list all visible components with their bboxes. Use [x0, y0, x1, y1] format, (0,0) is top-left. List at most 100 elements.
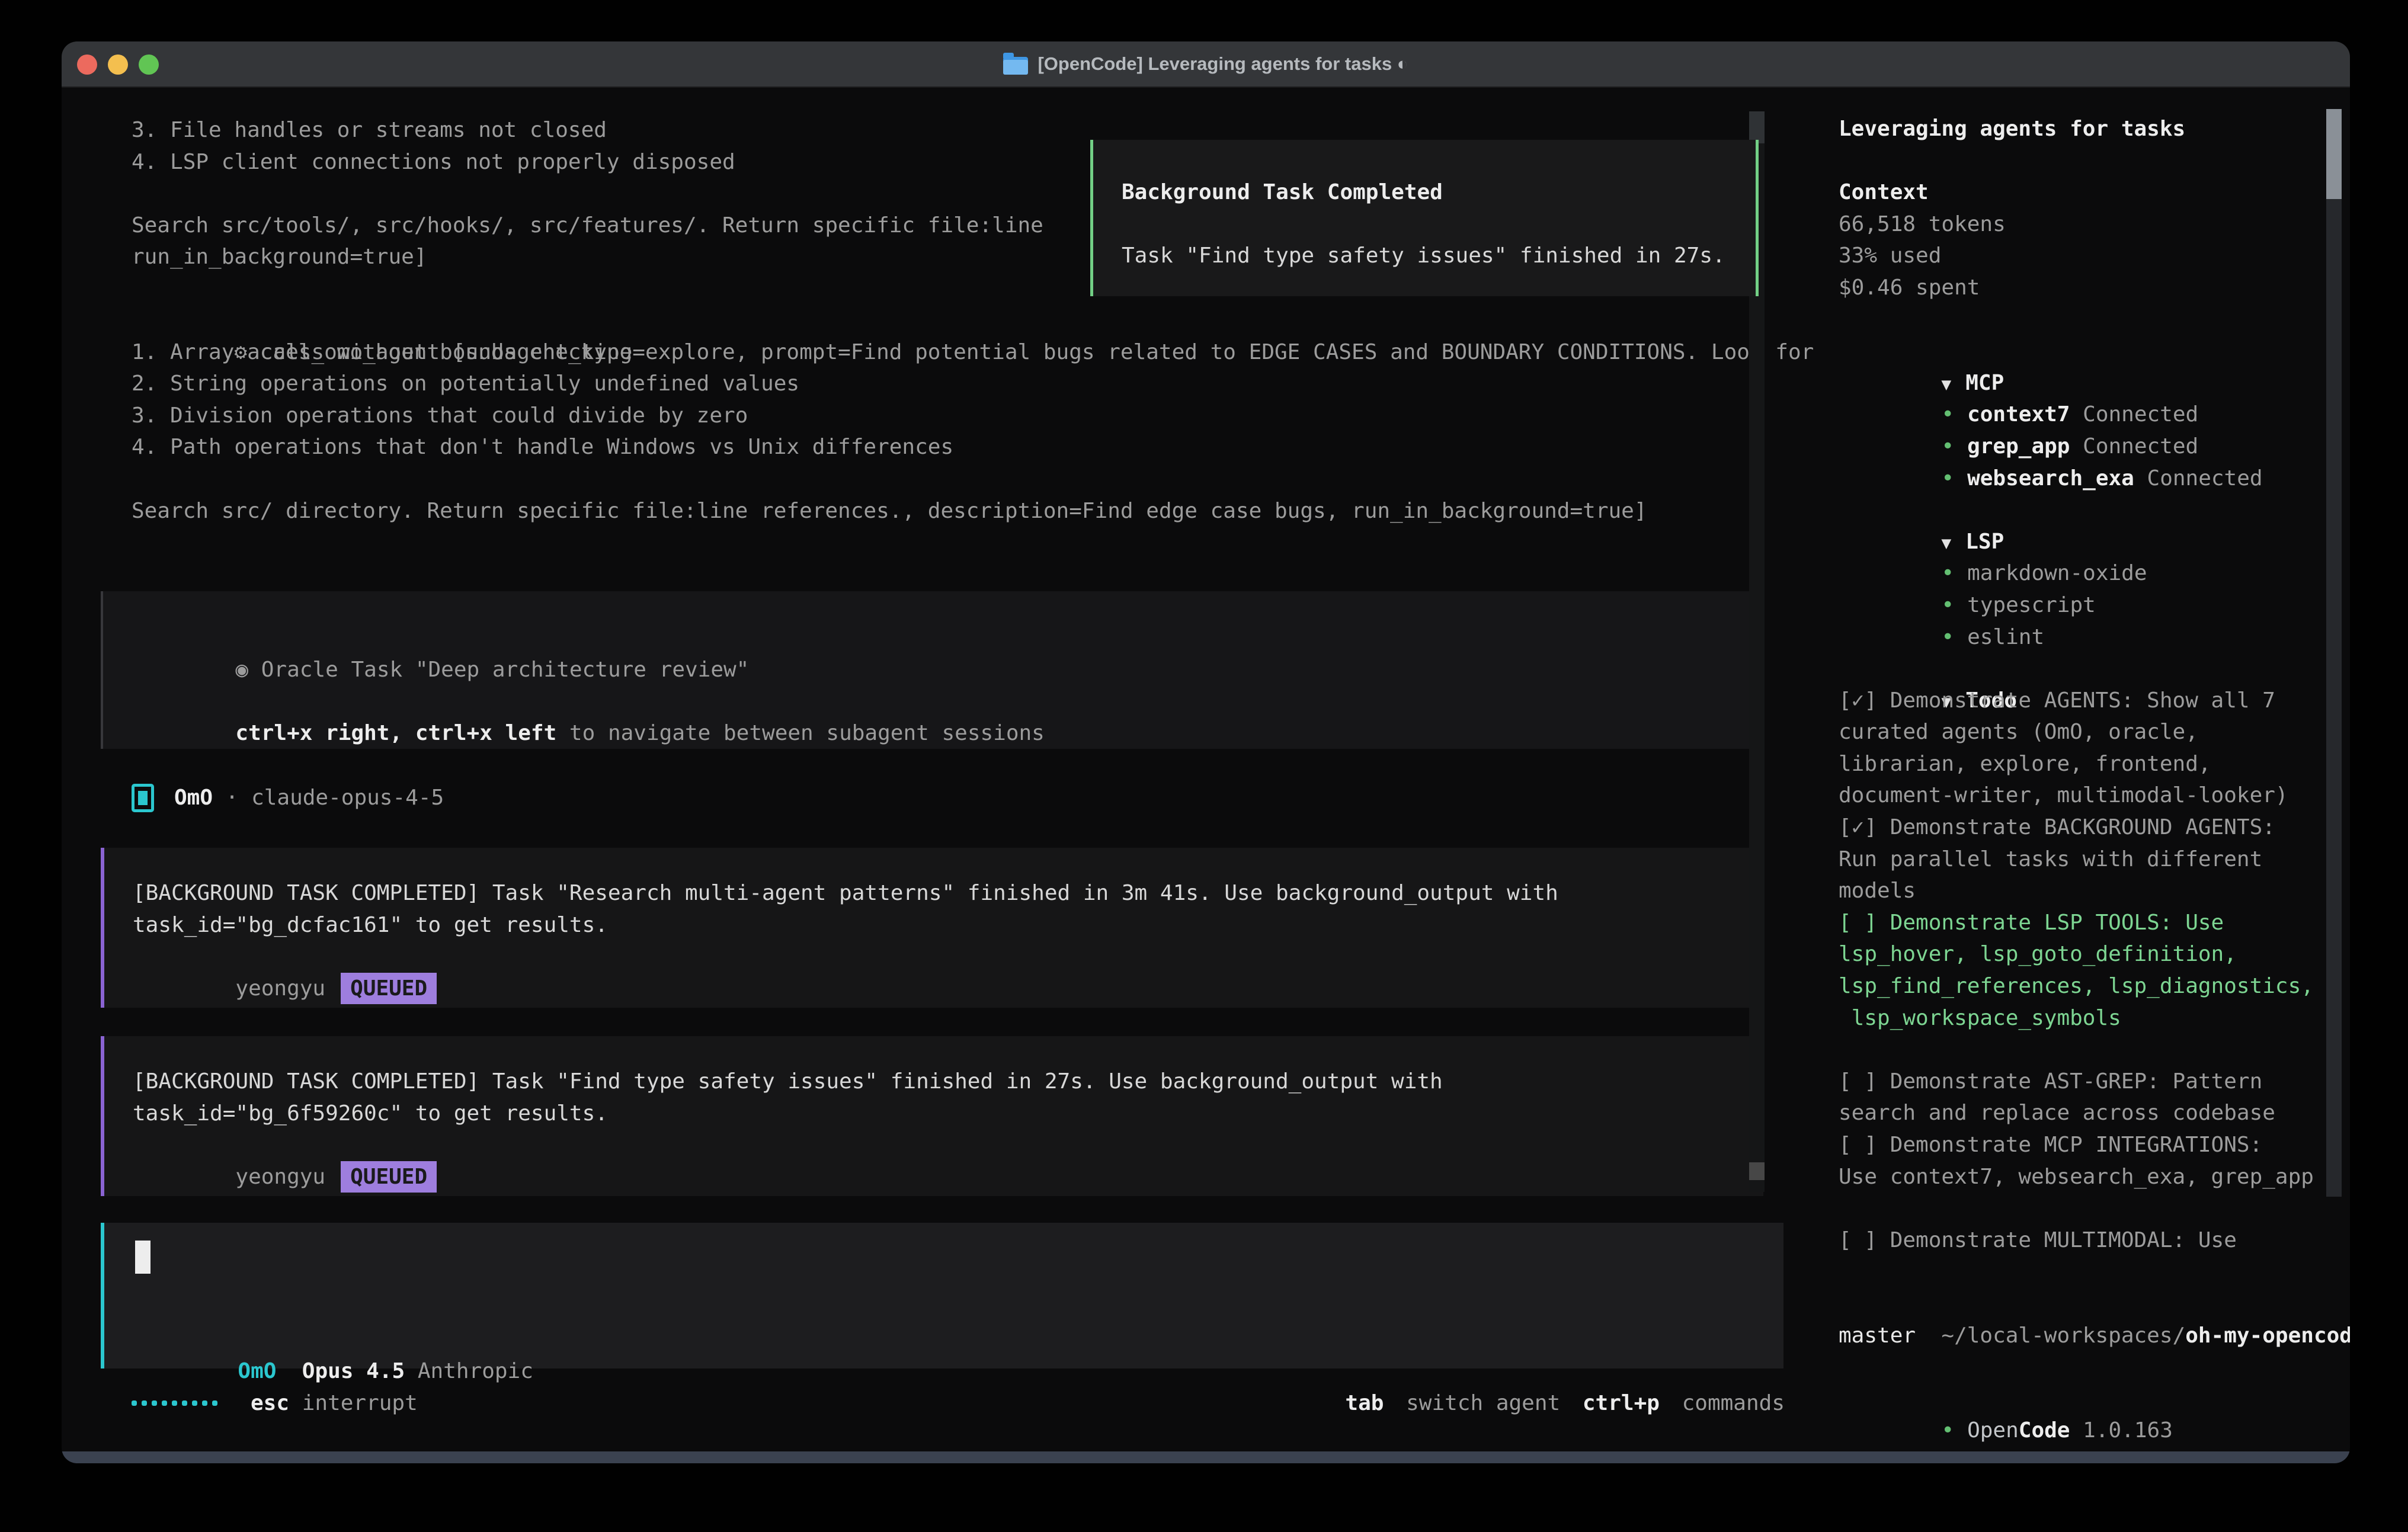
- status-dot-icon: •: [1941, 1418, 1954, 1443]
- mcp-name: websearch_exa: [1967, 466, 2134, 491]
- text-line: document-writer, multimodal-looker): [1839, 780, 2324, 812]
- text-line: [ ] Demonstrate MCP INTEGRATIONS:: [1839, 1129, 2324, 1161]
- sidebar-title: Leveraging agents for tasks: [1839, 113, 2324, 145]
- oracle-shortcut-line: ctrl+x right, ctrl+x left to navigate be…: [133, 685, 1763, 717]
- shortcut-help: to navigate between subagent sessions: [556, 721, 1045, 745]
- mcp-name: grep_app: [1967, 434, 2070, 459]
- text-line: curated agents (OmO, oracle,: [1839, 716, 2324, 748]
- author-label: yeongyu: [235, 1165, 325, 1189]
- task-result-block: [BACKGROUND TASK COMPLETED] Task "Resear…: [101, 848, 1763, 1008]
- agent-icon: [132, 784, 154, 812]
- todo-pending-items: [ ] Demonstrate AST-GREP: Patternsearch …: [1839, 1066, 2324, 1193]
- mcp-status: Connected: [2134, 466, 2263, 491]
- tool-call-block: ⚙ call_omo_agent [subagent_type=explore,…: [132, 305, 1826, 527]
- task-result-meta: yeongyuQUEUED: [133, 941, 1763, 973]
- prompt-input[interactable]: OmO Opus 4.5 Anthropic: [101, 1223, 1783, 1368]
- screen: [OpenCode] Leveraging agents for tasks ◐…: [0, 0, 2408, 1532]
- input-provider-name: Anthropic: [418, 1359, 533, 1383]
- input-agent-name: OmO: [238, 1359, 276, 1383]
- text-line: Run parallel tasks with different: [1839, 844, 2324, 876]
- sidebar-scrollbar-thumb[interactable]: [2326, 109, 2342, 199]
- window-title: [OpenCode] Leveraging agents for tasks ◐: [1038, 53, 1408, 75]
- window-title-group: [OpenCode] Leveraging agents for tasks ◐: [1003, 53, 1408, 75]
- terminal-scrollback: 3. File handles or streams not closed4. …: [132, 114, 1043, 273]
- input-model-name: Opus 4.5: [276, 1359, 417, 1383]
- version-name-normal: Open: [1967, 1418, 2019, 1443]
- traffic-lights: [77, 55, 159, 75]
- text-line: search and replace across codebase: [1839, 1097, 2324, 1129]
- text-line: [✓] Demonstrate BACKGROUND AGENTS:: [1839, 812, 2324, 844]
- chevron-down-icon: ▼: [1941, 374, 1951, 394]
- text-line: 4. Path operations that don't handle Win…: [132, 431, 1826, 463]
- agent-name: OmO: [174, 782, 213, 814]
- task-result-block: [BACKGROUND TASK COMPLETED] Task "Find t…: [101, 1036, 1763, 1196]
- sidebar-scrollbar-track[interactable]: [2326, 199, 2342, 1197]
- zoom-button[interactable]: [139, 55, 159, 75]
- text-line: [132, 463, 1826, 495]
- oracle-title-line: ◉ Oracle Task "Deep architecture review": [133, 622, 1763, 654]
- model-row: OmO Opus 4.5 Anthropic: [135, 1323, 533, 1355]
- text-line: [ ] Demonstrate AST-GREP: Pattern: [1839, 1066, 2324, 1098]
- oracle-title: Oracle Task "Deep architecture review": [248, 658, 749, 682]
- text-line: 2. String operations on potentially unde…: [132, 368, 1826, 400]
- text-line: lsp_workspace_symbols: [1839, 1002, 2324, 1034]
- spacer: [1122, 209, 1727, 241]
- text-line: 33% used: [1839, 240, 2324, 272]
- cmd-key-label: commands: [1669, 1391, 1785, 1415]
- statusbar-right: tab switch agent ctrl+p commands: [1345, 1391, 1785, 1415]
- minimize-button[interactable]: [108, 55, 128, 75]
- text-line: 66,518 tokens: [1839, 209, 2324, 241]
- spinner-dots: [132, 1400, 217, 1406]
- workspace-path-prefix: ~/local-workspaces/: [1941, 1323, 2185, 1348]
- mcp-section-header[interactable]: ▼MCP: [1839, 335, 2324, 367]
- toast-body: Task "Find type safety issues" finished …: [1122, 240, 1727, 272]
- titlebar: [OpenCode] Leveraging agents for tasks ◐: [62, 41, 2350, 88]
- text-line: run_in_background=true]: [132, 241, 1043, 273]
- esc-key-label: interrupt: [289, 1391, 418, 1415]
- main-scrollbar-thumb[interactable]: [1749, 1162, 1765, 1180]
- text-line: 3. File handles or streams not closed: [132, 114, 1043, 146]
- mcp-heading: MCP: [1965, 371, 2004, 395]
- context-heading: Context: [1839, 177, 2324, 209]
- close-button[interactable]: [77, 55, 97, 75]
- status-bar: esc interrupt tab switch agent ctrl+p co…: [132, 1387, 1785, 1419]
- todo-done-items: [✓] Demonstrate AGENTS: Show all 7curate…: [1839, 685, 2324, 907]
- lsp-name: eslint: [1967, 625, 2044, 649]
- chevron-down-icon: ▼: [1941, 533, 1951, 553]
- lsp-name: typescript: [1967, 593, 2096, 617]
- toast-title: Background Task Completed: [1122, 177, 1727, 209]
- version-name-bold: Code: [2019, 1418, 2070, 1443]
- status-dot-icon: •: [1941, 402, 1954, 427]
- task-result-line2: task_id="bg_6f59260c" to get results.: [133, 1098, 1763, 1130]
- text-line: Use context7, websearch_exa, grep_app: [1839, 1161, 2324, 1193]
- text-line: [132, 178, 1043, 210]
- text-cursor: [135, 1241, 150, 1274]
- main-scrollbar-thumb[interactable]: [1749, 111, 1765, 143]
- terminal-window: [OpenCode] Leveraging agents for tasks ◐…: [62, 41, 2350, 1463]
- text-line: [ ] Demonstrate LSP TOOLS: Use: [1839, 907, 2324, 939]
- task-result-line1: [BACKGROUND TASK COMPLETED] Task "Resear…: [133, 877, 1763, 909]
- text-line: 4. LSP client connections not properly d…: [132, 146, 1043, 178]
- status-badge: QUEUED: [341, 973, 437, 1005]
- tool-call-line: ⚙ call_omo_agent [subagent_type=explore,…: [132, 305, 1826, 336]
- text-line: librarian, explore, frontend,: [1839, 748, 2324, 780]
- workspace-repo: oh-my-opencode:: [2185, 1323, 2350, 1348]
- cmd-key-hint: ctrl+p: [1570, 1391, 1660, 1415]
- todo-active-items: [ ] Demonstrate LSP TOOLS: Uselsp_hover,…: [1839, 907, 2324, 1034]
- status-dot-icon: •: [1941, 561, 1954, 585]
- text-line: [✓] Demonstrate AGENTS: Show all 7: [1839, 685, 2324, 717]
- esc-key-hint: esc: [251, 1391, 289, 1415]
- version-line: •OpenCode 1.0.163: [1839, 1383, 2324, 1415]
- tab-key-label: switch agent: [1393, 1391, 1560, 1415]
- agent-separator: ·: [213, 782, 251, 814]
- lsp-name: markdown-oxide: [1967, 561, 2147, 585]
- task-result-line1: [BACKGROUND TASK COMPLETED] Task "Find t…: [133, 1066, 1763, 1098]
- workspace-path: ~/local-workspaces/oh-my-opencode:: [1839, 1288, 2324, 1320]
- status-badge: QUEUED: [341, 1161, 437, 1193]
- sidebar: Leveraging agents for tasks Context 66,5…: [1839, 113, 2324, 1415]
- text-line: Search src/ directory. Return specific f…: [132, 495, 1826, 527]
- shortcut-keys: ctrl+x right, ctrl+x left: [235, 721, 556, 745]
- mcp-status: Connected: [2070, 434, 2198, 459]
- context-stats: 66,518 tokens33% used$0.46 spent: [1839, 209, 2324, 304]
- radio-icon: ◉: [235, 658, 248, 682]
